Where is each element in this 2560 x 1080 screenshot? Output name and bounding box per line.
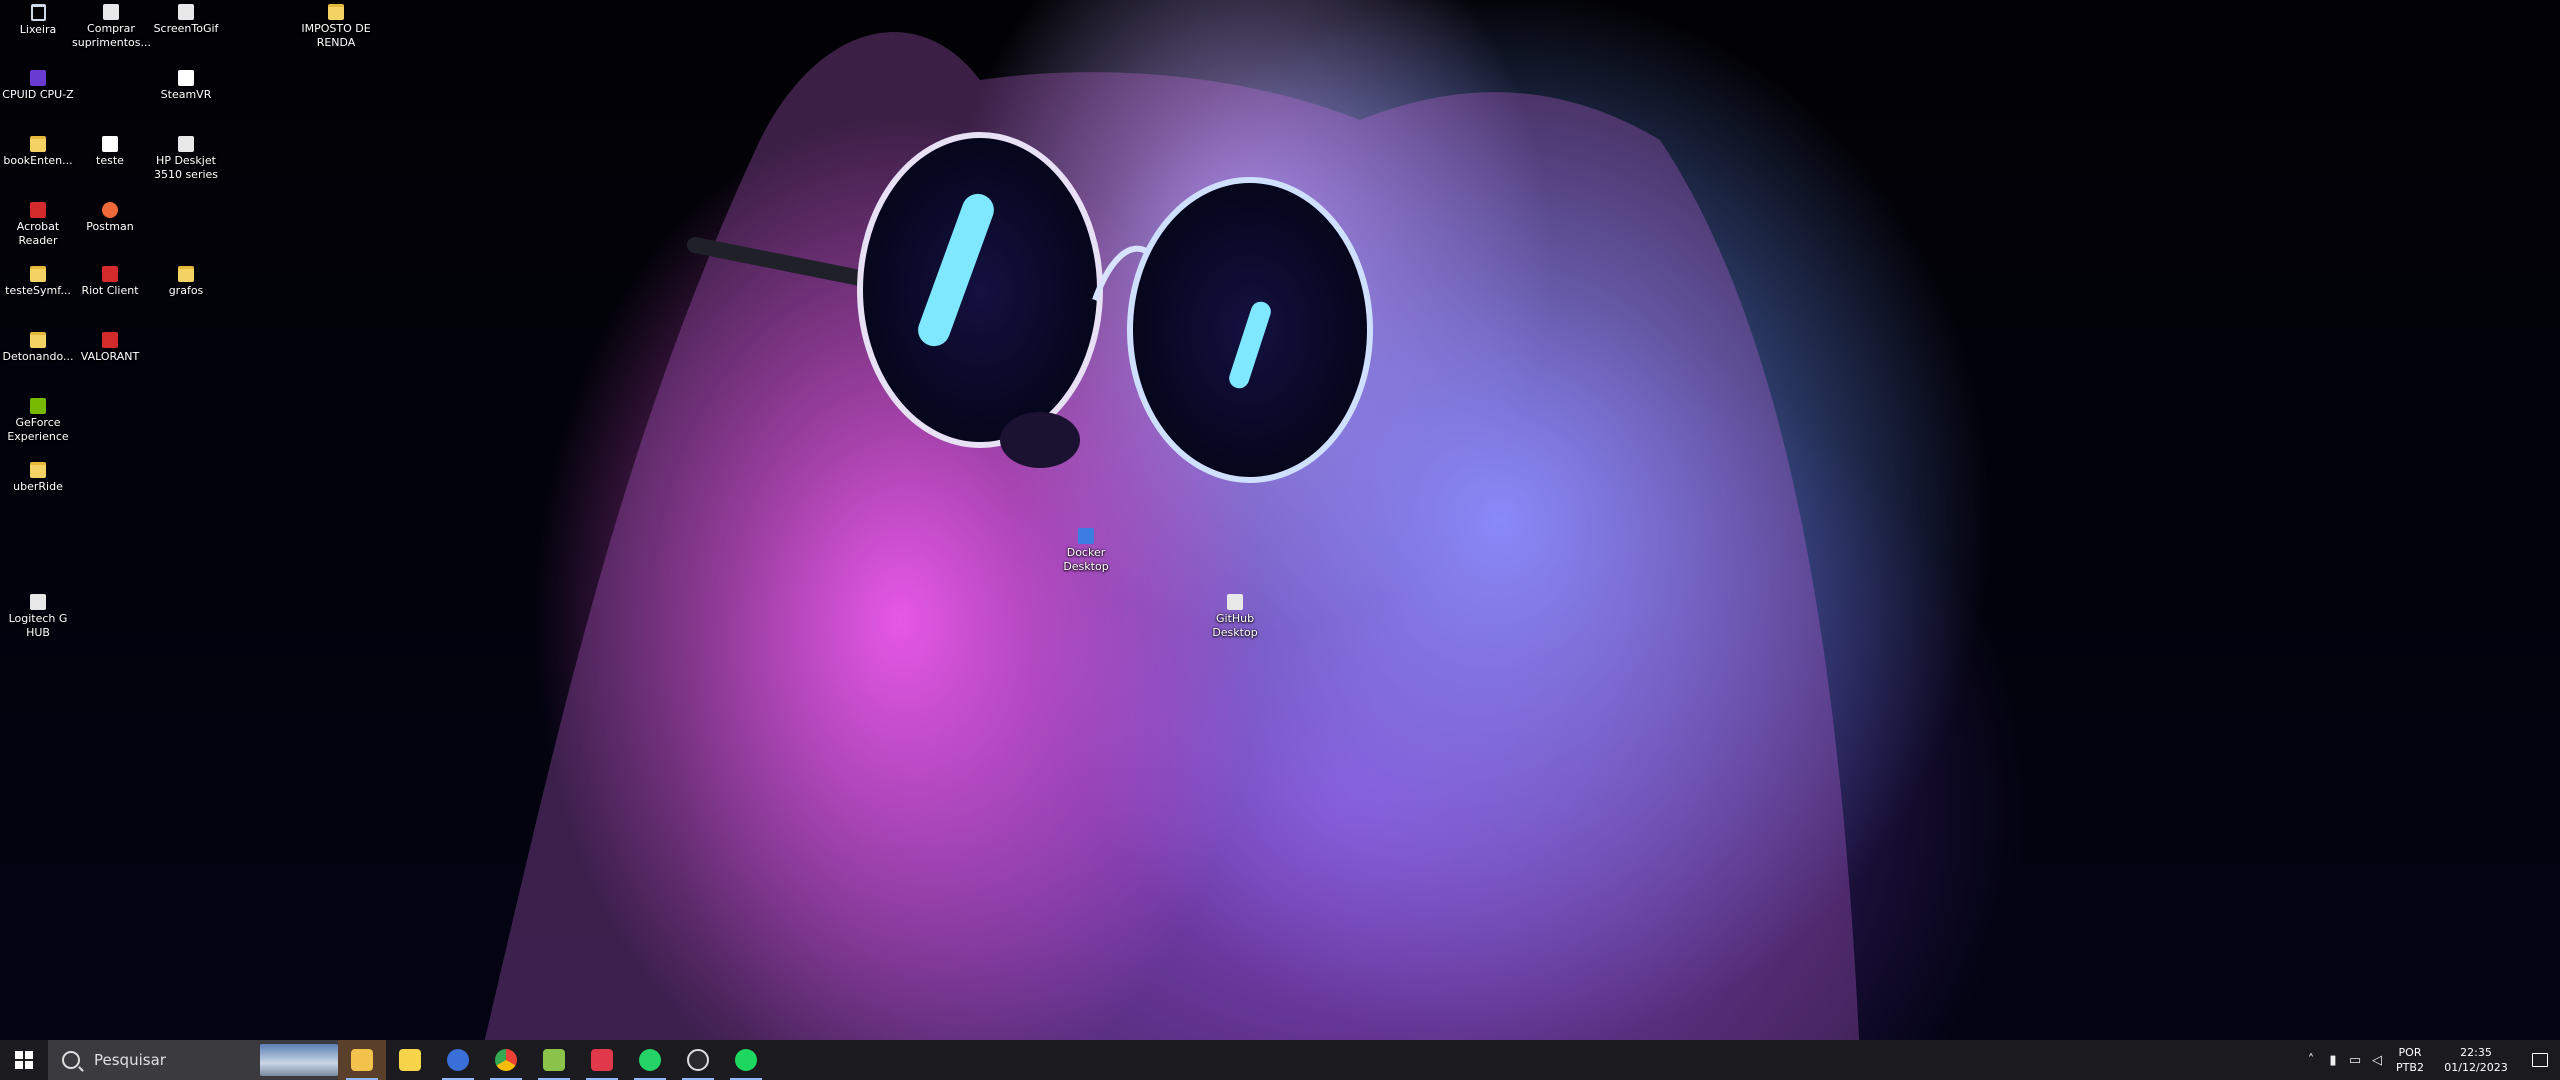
start-button[interactable]	[0, 1040, 48, 1080]
logitech-icon	[687, 1049, 709, 1071]
windows-logo-icon	[15, 1051, 33, 1069]
folder-icon	[30, 462, 46, 478]
desktop-icon-steamvr[interactable]: SteamVR	[148, 70, 224, 102]
cat-wallpaper-art	[484, 32, 1860, 1040]
desktop-icon-github[interactable]: GitHub Desktop	[1197, 594, 1273, 640]
input-language-indicator[interactable]: POR PTB2	[2388, 1045, 2432, 1075]
taskbar-app-logitech-g-hub[interactable]	[674, 1040, 722, 1080]
recycle-bin-icon	[30, 4, 46, 21]
document-icon	[178, 70, 194, 86]
desktop-icon-comprar-suprimentos[interactable]: Comprar suprimentos...	[72, 4, 151, 50]
notes-icon	[399, 1049, 421, 1071]
desktop-icon-imposto-de-renda[interactable]: IMPOSTO DE RENDA	[298, 4, 374, 50]
desktop-icon-docker[interactable]: Docker Desktop	[1048, 528, 1124, 574]
desktop-icon-grafos[interactable]: grafos	[148, 266, 224, 298]
desktop-icon-riot-client[interactable]: Riot Client	[72, 266, 148, 298]
spotify-icon	[735, 1049, 757, 1071]
desktop-icon-recycle-bin[interactable]: Lixeira	[0, 4, 76, 37]
microphone-icon[interactable]: ▮	[2322, 1053, 2344, 1068]
taskbar-app-pocket[interactable]	[578, 1040, 626, 1080]
desktop-icon-geforce[interactable]: GeForce Experience	[0, 398, 76, 444]
pocket-icon	[591, 1049, 613, 1071]
chrome-icon	[447, 1049, 469, 1071]
valorant-icon	[102, 332, 118, 348]
desktop-icon-cpuz[interactable]: CPUID CPU-Z	[0, 70, 76, 102]
folder-icon	[30, 266, 46, 282]
riot-icon	[102, 266, 118, 282]
chevron-up-icon[interactable]: ˄	[2300, 1053, 2322, 1068]
system-tray: ˄ ▮ ▭ ◁ POR PTB2 22:35 01/12/2023	[2300, 1040, 2560, 1080]
logitech-icon	[30, 594, 46, 610]
desktop-icon-acrobat[interactable]: Acrobat Reader	[0, 202, 76, 248]
desktop-icon-teste[interactable]: teste	[72, 136, 148, 168]
notification-icon	[2532, 1053, 2548, 1067]
desktop-icon-bookenten[interactable]: bookEnten...	[0, 136, 76, 168]
taskbar-app-file-explorer[interactable]	[338, 1040, 386, 1080]
volume-icon[interactable]: ◁	[2366, 1053, 2388, 1068]
whatsapp-icon	[639, 1049, 661, 1071]
notepad-icon	[543, 1049, 565, 1071]
app-icon	[178, 4, 194, 20]
geforce-icon	[30, 398, 46, 414]
network-icon[interactable]: ▭	[2344, 1053, 2366, 1068]
docker-icon	[1078, 528, 1094, 544]
search-icon	[62, 1051, 80, 1069]
taskbar-app-spotify[interactable]	[722, 1040, 770, 1080]
desktop-icon-valorant[interactable]: VALORANT	[72, 332, 148, 364]
clock-date: 01/12/2023	[2444, 1061, 2508, 1074]
printer-icon	[178, 136, 194, 152]
taskbar-app-whatsapp[interactable]	[626, 1040, 674, 1080]
folder-icon	[351, 1049, 373, 1071]
desktop-wallpaper	[0, 0, 2560, 1040]
desktop-icon-detonando[interactable]: Detonando...	[0, 332, 76, 364]
desktop-icon-hp-deskjet[interactable]: HP Deskjet 3510 series	[148, 136, 224, 182]
desktop-icon-screentogif[interactable]: ScreenToGif	[148, 4, 224, 36]
postman-icon	[102, 202, 118, 218]
desktop-icon-postman[interactable]: Postman	[72, 202, 148, 234]
taskbar: Pesquisar ˄ ▮ ▭ ◁ POR PTB2 22:35 01/12/2…	[0, 1040, 2560, 1080]
desktop-icon-testesymf[interactable]: testeSymf...	[0, 266, 76, 298]
acrobat-icon	[30, 202, 46, 218]
notification-center-button[interactable]	[2520, 1040, 2560, 1080]
search-highlight-image	[260, 1044, 338, 1076]
folder-icon	[30, 136, 46, 152]
chrome-icon	[495, 1049, 517, 1071]
app-icon	[30, 70, 46, 86]
search-placeholder: Pesquisar	[94, 1051, 166, 1069]
clock-time: 22:35	[2460, 1046, 2492, 1059]
desktop-icon-logitech-g-hub[interactable]: Logitech G HUB	[0, 594, 76, 640]
folder-icon	[30, 332, 46, 348]
taskbar-app-chrome-profile[interactable]	[434, 1040, 482, 1080]
github-icon	[1227, 594, 1243, 610]
desktop-icon-uberride[interactable]: uberRide	[0, 462, 76, 494]
clock[interactable]: 22:35 01/12/2023	[2432, 1045, 2520, 1075]
shortcut-icon	[103, 4, 119, 20]
folder-icon	[328, 4, 344, 20]
taskbar-app-notepad-plus-plus[interactable]	[530, 1040, 578, 1080]
taskbar-app-chrome[interactable]	[482, 1040, 530, 1080]
folder-icon	[178, 266, 194, 282]
taskbar-app-sticky-notes[interactable]	[386, 1040, 434, 1080]
taskbar-search-box[interactable]: Pesquisar	[48, 1040, 338, 1080]
document-icon	[102, 136, 118, 152]
